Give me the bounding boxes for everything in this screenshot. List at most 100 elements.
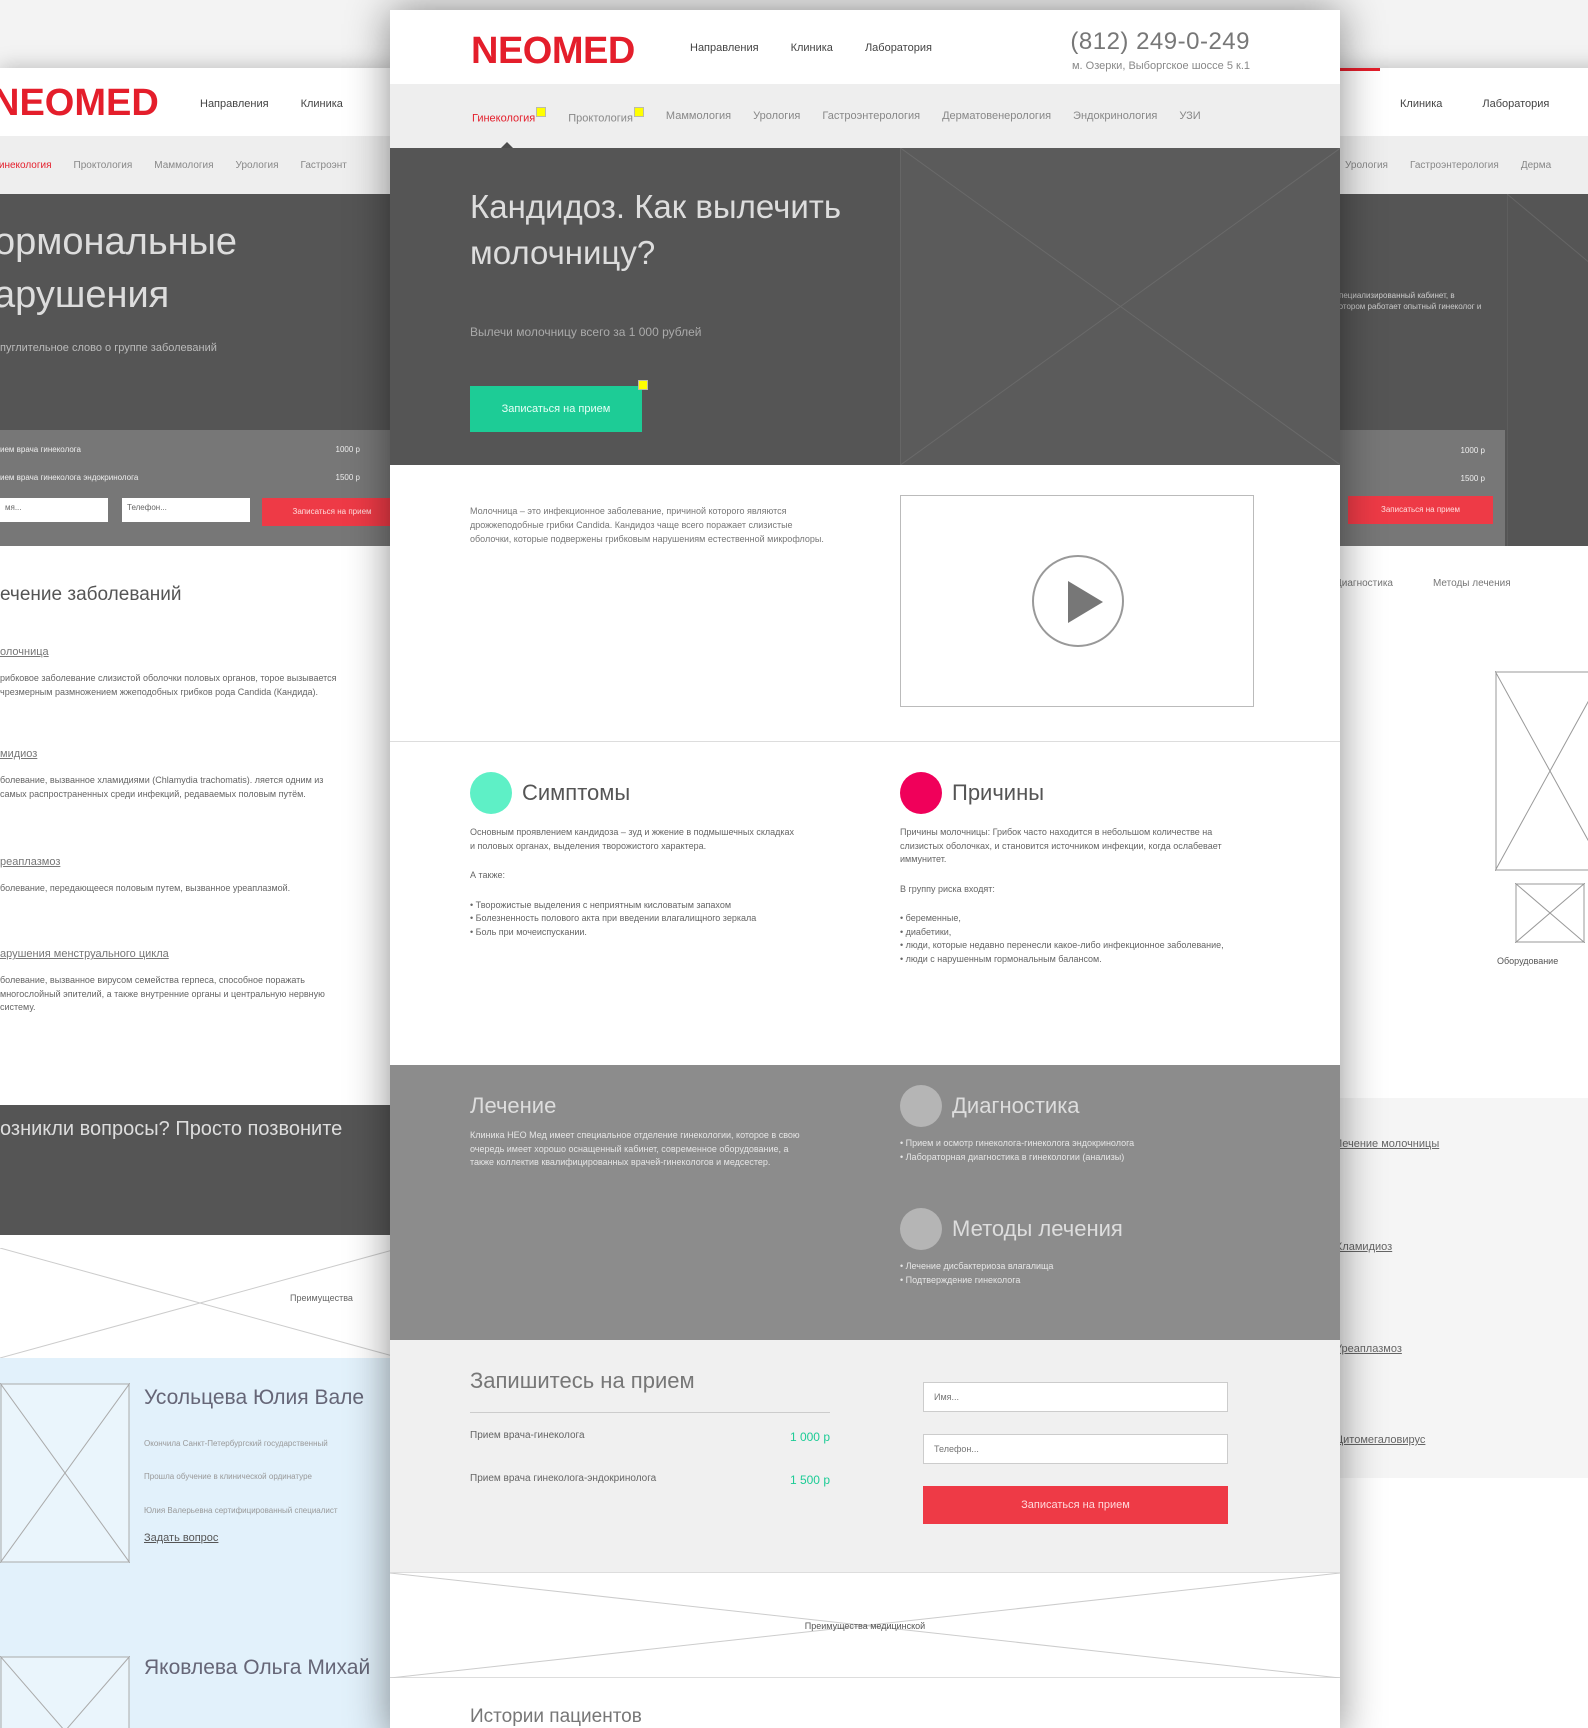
right-book-button[interactable]: Записаться на прием [1348, 496, 1493, 524]
nav-item-laboratory[interactable]: Лаборатория [865, 42, 932, 54]
causes-title: Причины [952, 780, 1045, 805]
subnav-item[interactable]: Дерматовенерология [942, 110, 1051, 122]
right-links-section [1325, 1098, 1588, 1478]
symptoms-heading: Симптомы [470, 772, 800, 814]
left-disease-text: болевание, вызванное хламидиями (Chlamyd… [0, 775, 324, 799]
treatment-heading: Лечение [470, 1093, 557, 1118]
right-sub-nav: Урология Гастроэнтерология Дерма [1325, 136, 1588, 194]
left-name-input[interactable]: мя... [0, 498, 108, 522]
right-page-mockup: Клиника Лаборатория Урология Гастроэнтер… [1325, 68, 1588, 1728]
diagnostics-heading: Диагностика [900, 1085, 1230, 1127]
play-icon[interactable] [1032, 555, 1124, 647]
methods-column: Методы лечения • Лечение дисбактериоза в… [900, 1208, 1230, 1287]
left-sub-nav: Гинекология Проктология Маммология Уроло… [0, 136, 400, 194]
right-subnav-item[interactable]: Гастроэнтерология [1410, 160, 1499, 171]
right-disease-link[interactable]: Уреаплазмоз [1335, 1343, 1402, 1355]
left-price-label: ием врача гинеколога [0, 445, 81, 454]
left-price-value: 1000 р [335, 445, 360, 454]
left-top-nav: Направления Клиника [200, 98, 343, 110]
right-nav-item[interactable]: Клиника [1400, 98, 1442, 110]
right-subnav-item[interactable]: Дерма [1521, 160, 1551, 171]
diagnostics-title: Диагностика [952, 1093, 1080, 1118]
left-doctor-name[interactable]: Яковлева Ольга Михай [144, 1656, 370, 1680]
right-disease-link[interactable]: Цитомегаловирус [1335, 1434, 1425, 1446]
methods-item: • Подтверждение гинеколога [900, 1274, 1021, 1285]
symptoms-title: Симптомы [522, 780, 631, 805]
name-input[interactable] [923, 1382, 1228, 1412]
left-doctor-name[interactable]: Усольцева Юлия Вале [144, 1386, 364, 1410]
causes-risk-title: В группу риска входят: [900, 883, 995, 894]
left-advantages-label: Преимущества [290, 1293, 353, 1303]
causes-list-item: • люди с нарушенным гормональным балансо… [900, 953, 1102, 964]
hero-title: Кандидоз. Как вылечить молочницу? [470, 188, 842, 272]
left-phone-input[interactable]: Телефон... [122, 498, 250, 522]
diagnostics-column: Диагностика • Прием и осмотр гинеколога-… [900, 1085, 1230, 1164]
left-book-button[interactable]: Записаться на прием [262, 498, 400, 526]
left-hero-line: арушения [0, 274, 170, 317]
nav-item-directions[interactable]: Направления [690, 42, 759, 54]
right-equipment-label: Оборудование [1497, 956, 1559, 966]
left-doctor-photo-placeholder [0, 1383, 130, 1563]
left-disease-link[interactable]: олочница [0, 646, 340, 658]
left-subnav-item[interactable]: Проктология [74, 160, 133, 171]
diagnostics-item: • Лабораторная диагностика в гинекологии… [900, 1151, 1125, 1162]
causes-list-item: • люди, которые недавно перенесли какое-… [900, 940, 1224, 950]
left-disease-item: мидиоз болевание, вызванное хламидиями (… [0, 748, 340, 801]
causes-heading: Причины [900, 772, 1230, 814]
symptoms-causes-section: Симптомы Основным проявлением кандидоза … [390, 742, 1340, 1065]
right-subnav-item[interactable]: Урология [1345, 160, 1388, 171]
right-nav-item[interactable]: Лаборатория [1482, 98, 1549, 110]
left-hero-subtitle: пуглительное слово о группе заболеваний [0, 342, 217, 354]
left-subnav-item[interactable]: Гинекология [0, 160, 52, 171]
subnav-item[interactable]: Урология [753, 110, 800, 122]
left-doctor-text: Окончила Санкт-Петербургский государстве… [144, 1439, 328, 1448]
subnav-item-gynecology[interactable]: Гинекология [472, 107, 547, 125]
right-tab[interactable]: Диагностика [1335, 578, 1393, 589]
price-value: 1 000 р [789, 1430, 830, 1444]
left-disease-text: болевание, вызванное вирусом семейства г… [0, 975, 325, 1012]
left-nav-item[interactable]: Клиника [301, 98, 343, 110]
neomed-logo[interactable]: NEOMED [471, 30, 635, 73]
left-doctor-text: Юлия Валерьевна сертифицированный специа… [144, 1506, 338, 1515]
booking-submit-button[interactable]: Записаться на прием [923, 1486, 1228, 1524]
left-disease-link[interactable]: мидиоз [0, 748, 340, 760]
booking-divider [470, 1412, 830, 1413]
left-logo[interactable]: NEOMED [0, 82, 159, 125]
left-price-row: ием врача гинеколога 1000 р [0, 445, 360, 454]
right-disease-link[interactable]: Лечение молочницы [1335, 1138, 1439, 1150]
left-subnav-item[interactable]: Урология [236, 160, 279, 171]
left-ask-link[interactable]: Задать вопрос [144, 1532, 218, 1544]
subnav-item[interactable]: Маммология [666, 110, 731, 122]
subnav-item[interactable]: УЗИ [1179, 110, 1200, 122]
advantages-label: Преимущества медицинской [804, 1621, 926, 1631]
video-player[interactable] [900, 495, 1254, 707]
left-nav-item[interactable]: Направления [200, 98, 269, 110]
left-subnav-item[interactable]: Гастроэнт [301, 160, 347, 171]
hero-book-button[interactable]: Записаться на прием [470, 386, 642, 432]
description-section: Молочница – это инфекционное заболевание… [390, 465, 1340, 742]
nav-item-clinic[interactable]: Клиника [791, 42, 833, 54]
hero-section: Кандидоз. Как вылечить молочницу? Вылечи… [390, 148, 1340, 465]
hero-subtitle: Вылечи молочницу всего за 1 000 рублей [470, 325, 702, 339]
left-disease-item: реаплазмоз болевание, передающееся полов… [0, 856, 340, 896]
symptoms-intro: Основным проявлением кандидоза – зуд и ж… [470, 827, 795, 851]
treatment-section: Лечение Клиника НЕО Мед имеет специально… [390, 1065, 1340, 1340]
subnav-item[interactable]: Гастроэнтерология [822, 110, 920, 122]
left-disease-link[interactable]: арушения менструального цикла [0, 948, 340, 960]
phone-number[interactable]: (812) 249-0-249 [1070, 28, 1250, 56]
annotation-marker [536, 107, 547, 118]
left-disease-item: арушения менструального цикла болевание,… [0, 948, 340, 1015]
left-page-mockup: NEOMED Направления Клиника Гинекология П… [0, 68, 400, 1728]
methods-title: Методы лечения [952, 1216, 1123, 1241]
right-disease-link[interactable]: Хламидиоз [1335, 1241, 1392, 1253]
left-disease-text: рибковое заболевание слизистой оболочки … [0, 673, 337, 697]
annotation-marker [638, 380, 648, 390]
subnav-item[interactable]: Проктология [568, 107, 644, 125]
description-text: Молочница – это инфекционное заболевание… [470, 506, 824, 544]
left-callout-text: озникли вопросы? Просто позвоните [0, 1118, 343, 1140]
subnav-item[interactable]: Эндокринология [1073, 110, 1157, 122]
left-disease-link[interactable]: реаплазмоз [0, 856, 340, 868]
right-tab[interactable]: Методы лечения [1433, 578, 1511, 589]
phone-input[interactable] [923, 1434, 1228, 1464]
left-subnav-item[interactable]: Маммология [154, 160, 213, 171]
